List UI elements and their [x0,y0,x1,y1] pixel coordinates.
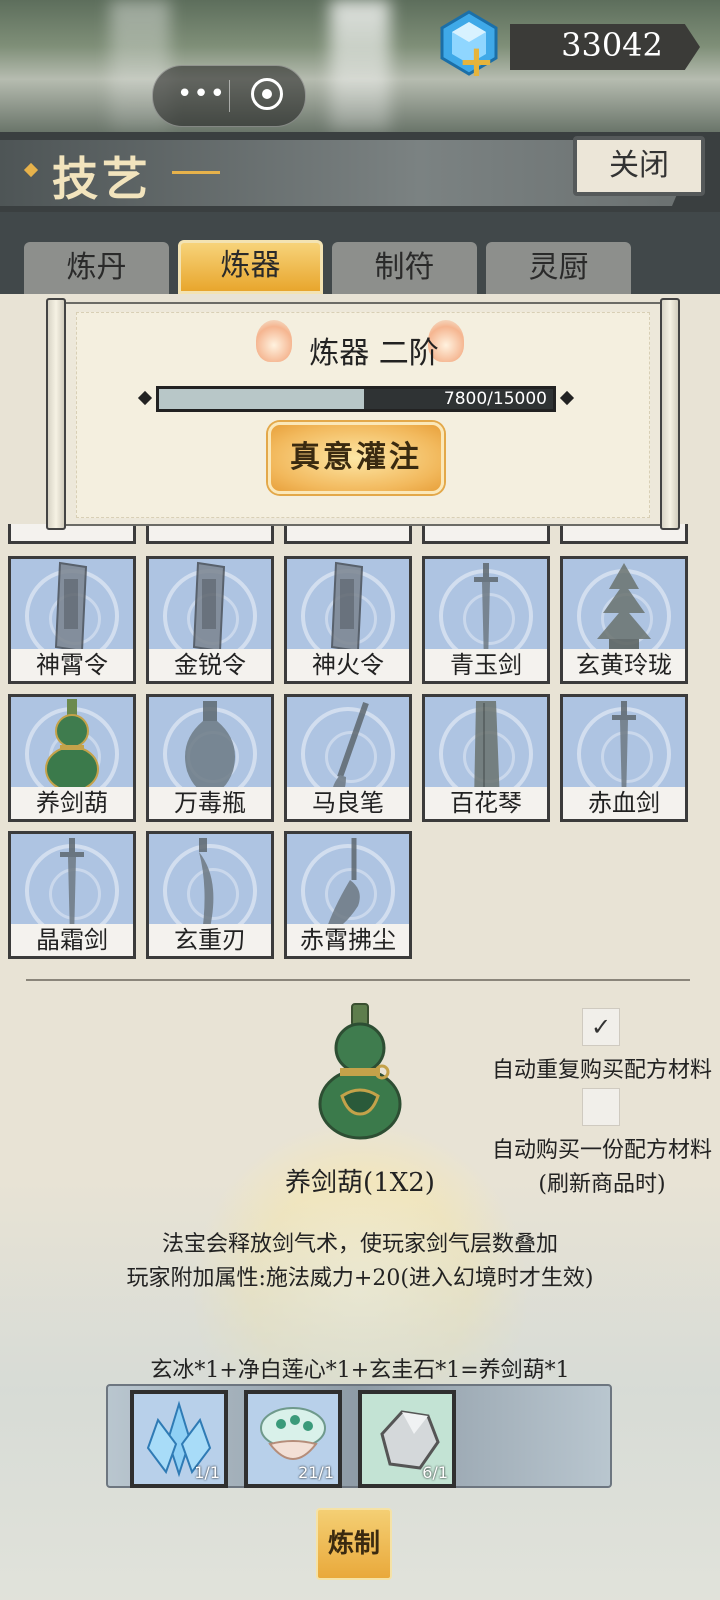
material-count: 21/1 [298,1463,334,1482]
item-name: 神火令 [287,649,409,681]
grid-item-cell[interactable]: 青玉剑 [422,556,550,684]
item-name: 金锐令 [149,649,271,681]
tab-cooking[interactable]: 灵厨 [486,242,631,294]
item-name: 赤血剑 [563,787,685,819]
auto-buy-once-sublabel: (刷新商品时) [538,1172,666,1197]
grid-item-cell[interactable]: 玄黄玲珑 [560,556,688,684]
item-name: 晶霜剑 [11,924,133,956]
grid-item-cell[interactable]: 万毒瓶 [146,694,274,822]
currency-display: + 33042 [440,10,702,87]
item-name: 马良笔 [287,787,409,819]
grid-item-cell[interactable]: 玄重刃 [146,831,274,959]
grid-item-cell[interactable]: 百花琴 [422,694,550,822]
item-name: 万毒瓶 [149,787,271,819]
item-description: 法宝会释放剑气术，使玩家剑气层数叠加 [161,1232,558,1257]
add-currency-button[interactable]: + [458,36,495,87]
material-slot[interactable]: 21/1 [244,1390,342,1488]
progress-fill [159,389,364,409]
material-slot[interactable]: 1/1 [130,1390,228,1488]
rank-progress-bar: 7800/15000 [156,386,556,412]
close-miniprogram-icon[interactable] [251,78,283,110]
scroll-rod-left [46,298,66,530]
close-button[interactable]: 关闭 [573,136,705,196]
token-icon [42,559,102,659]
infuse-button[interactable]: 真意灌注 [268,422,444,494]
more-menu-icon[interactable]: ••• [177,79,226,109]
grid-item-cell[interactable]: 养剑葫 [8,694,136,822]
item-name: 赤霄拂尘 [287,924,409,956]
grid-item-cell[interactable]: 赤血剑 [560,694,688,822]
pagoda-icon [589,559,659,659]
title-underline [172,171,220,174]
page-title: 技艺 [52,152,152,206]
mini-program-capsule: ••• [152,65,306,127]
auto-buy-once-label: 自动购买一份配方材料 [491,1138,712,1163]
grid-item-cell[interactable]: 神霄令 [8,556,136,684]
item-name: 玄黄玲珑 [563,649,685,681]
material-slot[interactable]: 6/1 [358,1390,456,1488]
token-icon [318,559,378,659]
auto-repeat-buy-checkbox[interactable]: ✓ [582,1008,620,1046]
scroll-rod-right [660,298,680,530]
capsule-divider [229,80,230,112]
tab-alchemy[interactable]: 炼丹 [24,242,169,294]
tab-forging[interactable]: 炼器 [178,240,323,294]
gourd-icon [318,1003,402,1140]
grid-item-cell[interactable]: 金锐令 [146,556,274,684]
detail-item-name: 养剑葫(1X2) [285,1168,435,1198]
auto-repeat-buy-label: 自动重复购买配方材料 [491,1058,712,1083]
auto-buy-once-checkbox[interactable] [582,1088,620,1126]
item-name: 玄重刃 [149,924,271,956]
grid-cell-cutoff[interactable] [284,524,412,544]
grid-item-cell[interactable]: 晶霜剑 [8,831,136,959]
item-name: 青玉剑 [425,649,547,681]
item-name: 养剑葫 [11,787,133,819]
token-icon [180,559,240,659]
grid-cell-cutoff[interactable] [422,524,550,544]
tab-talisman[interactable]: 制符 [332,242,477,294]
material-count: 1/1 [194,1463,220,1482]
item-name: 神霄令 [11,649,133,681]
vase-icon [175,697,245,801]
grid-cell-cutoff[interactable] [146,524,274,544]
grid-item-cell[interactable]: 神火令 [284,556,412,684]
gourd-icon [42,697,102,797]
item-name: 百花琴 [425,787,547,819]
grid-item-cell[interactable]: 马良笔 [284,694,412,822]
progress-text: 7800/15000 [443,389,547,409]
item-bonus: 玩家附加属性:施法威力+20(进入幻境时才生效) [126,1266,594,1291]
material-count: 6/1 [422,1463,448,1482]
grid-item-cell[interactable]: 赤霄拂尘 [284,831,412,959]
rank-title: 炼器 二阶 [309,336,439,371]
recipe-formula: 玄冰*1+净白莲心*1+玄圭石*1=养剑葫*1 [150,1358,570,1383]
craft-button[interactable]: 炼制 [316,1508,392,1580]
currency-amount: 33042 [561,26,663,64]
section-divider [26,979,690,981]
grid-cell-cutoff[interactable] [8,524,136,544]
